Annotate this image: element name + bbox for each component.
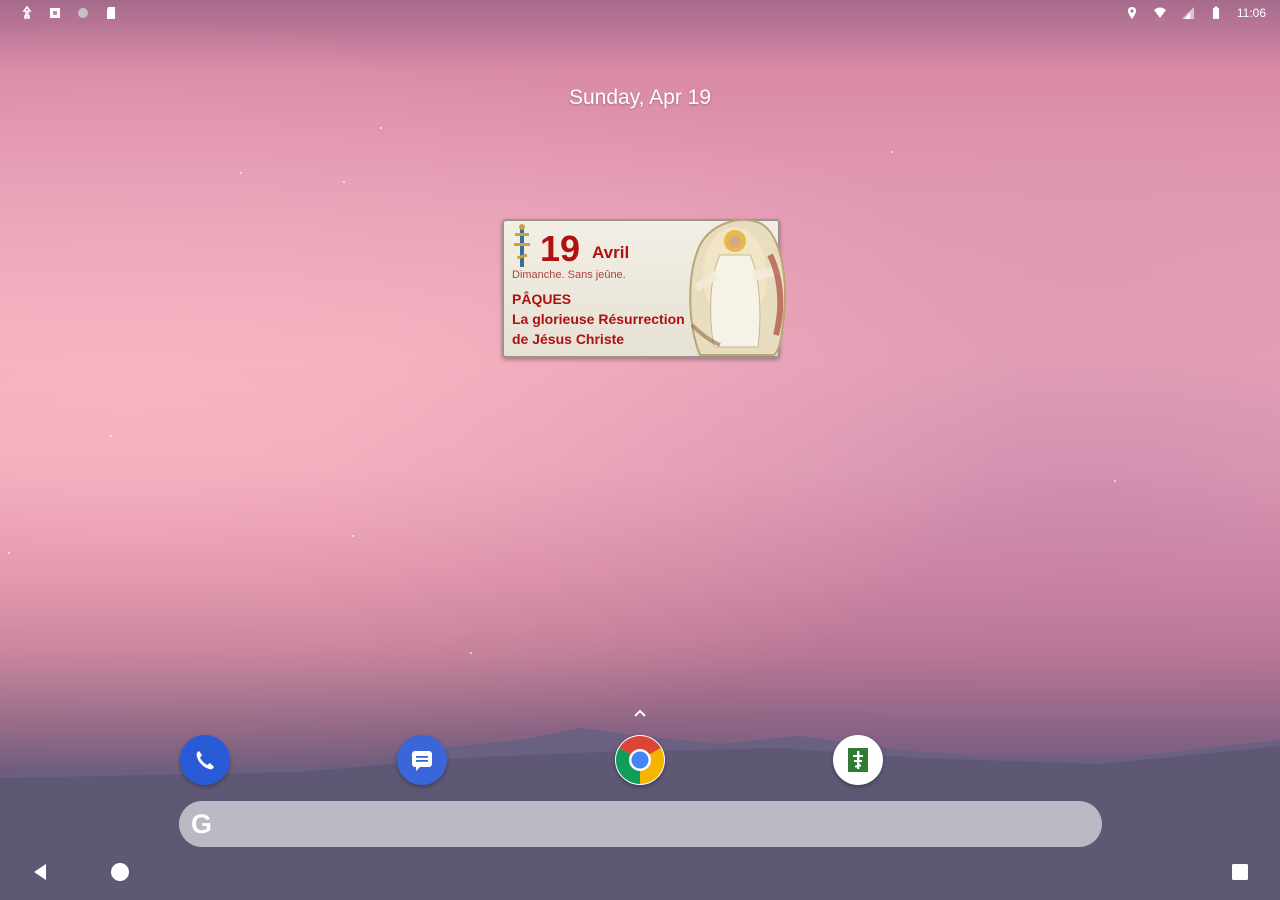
battery-icon [1212,6,1219,19]
mountains [0,728,1280,900]
google-search-bar[interactable]: G [179,801,1102,847]
chrome-app[interactable] [615,735,665,785]
debug-icon [50,8,60,18]
messages-app[interactable] [397,735,447,785]
star [240,172,242,174]
widget-day: 19 [540,228,581,269]
messages-icon [412,751,432,771]
phone-app[interactable] [180,735,230,785]
orthodox-calendar-icon [848,748,868,772]
star [110,435,112,437]
widget-subtitle: Dimanche. Sans jeûne. [512,269,626,281]
date-widget[interactable]: Sunday, Apr 19 [0,86,1280,110]
home-button[interactable] [108,860,132,884]
orthodox-calendar-widget[interactable]: 19 Avril Dimanche. Sans jeûne. PÂQUES La… [502,219,786,358]
status-time: 11:06 [1236,6,1266,20]
widget-feast-title: PÂQUES La glorieuse Résurrection de Jésu… [512,289,685,349]
orthodox-calendar-app[interactable] [833,735,883,785]
recents-button[interactable] [1228,860,1252,884]
wifi-icon [1153,7,1166,18]
home-icon [111,863,129,881]
star [380,127,382,129]
star [8,552,10,554]
feast-line: de Jésus Christe [512,331,625,347]
status-left-icons [20,6,118,20]
location-icon [1127,7,1136,19]
feast-line: PÂQUES [512,291,572,307]
star [352,535,354,537]
star [470,652,472,654]
signal-icon [1181,7,1194,19]
cross-icon [514,224,530,267]
star [1114,480,1116,482]
widget-month: Avril [592,243,630,262]
recents-icon [1232,864,1248,880]
feast-line: La glorieuse Résurrection [512,311,685,327]
back-icon [34,864,46,880]
usb-icon [22,6,32,19]
star [343,181,345,183]
star [891,151,893,153]
status-right-icons: 11:06 [1125,6,1266,20]
google-logo-icon: G [191,808,213,839]
sd-card-icon [107,7,115,19]
chrome-icon [615,736,665,784]
status-bar: 11:06 [0,0,1280,26]
app-drawer-arrow-icon[interactable] [630,706,650,720]
resurrection-icon-image [689,219,786,356]
phone-icon [196,751,214,770]
back-button[interactable] [28,860,52,884]
sync-icon [78,8,88,18]
